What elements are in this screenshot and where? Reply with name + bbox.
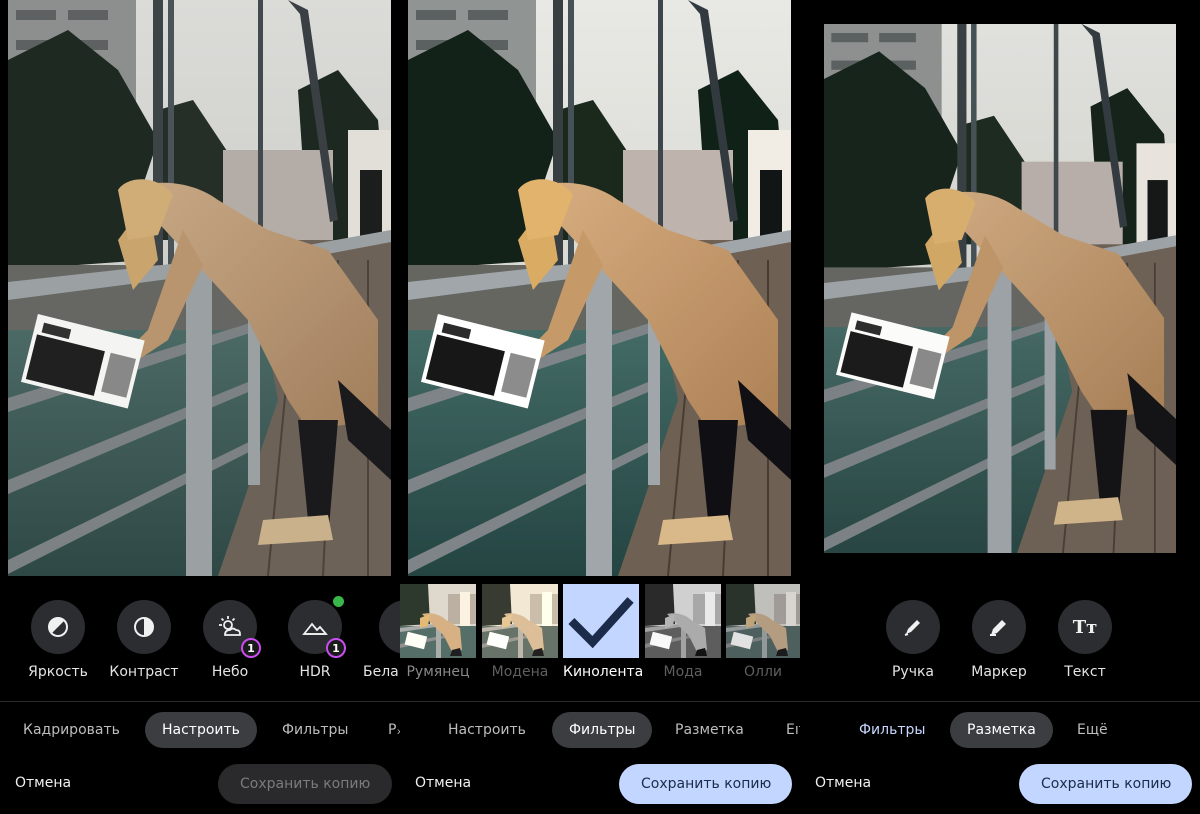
cancel-button[interactable]: Отмена xyxy=(815,775,871,791)
count-badge: 1 xyxy=(241,638,261,658)
filter-label: Модена xyxy=(491,664,549,680)
contrast-icon xyxy=(117,600,171,654)
tool-white-balance[interactable]: Бела xyxy=(361,600,400,680)
tool-label: Маркер xyxy=(971,664,1027,680)
divider xyxy=(400,701,800,702)
tool-sky[interactable]: 1 Небо xyxy=(190,600,270,680)
filter-kinolenta[interactable]: Кинолента xyxy=(563,584,644,680)
text-icon-glyph: Tт xyxy=(1072,616,1098,638)
divider xyxy=(800,701,1200,702)
tab-bar: Кадрировать Настроить Фильтры Рₓ xyxy=(0,712,400,748)
tool-label: Бела xyxy=(363,664,399,680)
tool-label: Контраст xyxy=(109,664,179,680)
save-copy-button[interactable]: Сохранить копию xyxy=(218,764,392,804)
tab-more[interactable]: Ещё xyxy=(1077,712,1108,748)
tab-adjust[interactable]: Настроить xyxy=(145,712,257,748)
white-balance-icon xyxy=(379,600,400,654)
photo-preview xyxy=(408,0,791,576)
filter-thumbnail xyxy=(726,584,800,658)
tool-marker[interactable]: Маркер xyxy=(959,600,1039,680)
pen-icon xyxy=(886,600,940,654)
tool-hdr[interactable]: 1 HDR xyxy=(275,596,355,680)
panel-filters: Румянец Модена Кинолента Мода Олли Настр… xyxy=(400,0,800,814)
tab-filters[interactable]: Фильтры xyxy=(552,712,653,748)
brightness-icon xyxy=(31,600,85,654)
tab-more[interactable]: Еıть xyxy=(786,712,800,748)
tab-adjust[interactable]: Настроить xyxy=(448,712,526,748)
filter-label: Румянец xyxy=(406,664,470,680)
photo-preview xyxy=(824,24,1176,553)
hdr-icon: 1 xyxy=(288,596,346,658)
active-indicator-dot xyxy=(333,596,344,607)
filter-label: Мода xyxy=(663,664,703,680)
panel-markup: Ручка Маркер Tт Текст Фильтры Разметка Е… xyxy=(800,0,1200,814)
text-icon: Tт xyxy=(1058,600,1112,654)
filter-olli[interactable]: Олли xyxy=(726,584,800,680)
cancel-button[interactable]: Отмена xyxy=(415,775,471,791)
tool-label: Ручка xyxy=(891,664,935,680)
marker-icon xyxy=(972,600,1026,654)
tab-crop[interactable]: Кадрировать xyxy=(23,712,120,748)
panel-adjust: Яркость Контраст 1 Небо 1 HDR Бела Кадри… xyxy=(0,0,400,814)
filter-thumbnail xyxy=(645,584,721,658)
tab-markup[interactable]: Разметка xyxy=(950,712,1053,748)
photo-image xyxy=(8,0,391,576)
tool-label: Небо xyxy=(211,664,249,680)
sky-icon: 1 xyxy=(203,600,261,658)
tab-markup[interactable]: Рₓ xyxy=(388,712,400,748)
tab-bar: Настроить Фильтры Разметка Еıть xyxy=(400,712,800,748)
photo-preview xyxy=(8,0,391,576)
check-icon xyxy=(568,597,634,649)
filter-moda[interactable]: Мода xyxy=(645,584,721,680)
divider xyxy=(0,701,400,702)
filter-modena[interactable]: Модена xyxy=(482,584,558,680)
save-copy-button[interactable]: Сохранить копию xyxy=(1019,764,1192,804)
tool-text[interactable]: Tт Текст xyxy=(1045,600,1125,680)
tool-label: Яркость xyxy=(28,664,88,680)
tool-label: HDR xyxy=(299,664,331,680)
tool-pen[interactable]: Ручка xyxy=(873,600,953,680)
filter-thumbnail-selected xyxy=(563,584,639,658)
tab-markup[interactable]: Разметка xyxy=(675,712,744,748)
tool-brightness[interactable]: Яркость xyxy=(18,600,98,680)
tool-contrast[interactable]: Контраст xyxy=(104,600,184,680)
cancel-button[interactable]: Отмена xyxy=(15,775,71,791)
filter-label: Кинолента xyxy=(563,664,644,680)
save-copy-button[interactable]: Сохранить копию xyxy=(619,764,792,804)
tab-bar: Фильтры Разметка Ещё xyxy=(800,712,1200,748)
photo-image xyxy=(408,0,791,576)
filter-rumyanets[interactable]: Румянец xyxy=(400,584,476,680)
filter-thumbnail xyxy=(400,584,476,658)
photo-image xyxy=(824,24,1176,553)
tab-filters[interactable]: Фильтры xyxy=(282,712,348,748)
tab-filters[interactable]: Фильтры xyxy=(859,712,925,748)
count-badge: 1 xyxy=(326,638,346,658)
tool-label: Текст xyxy=(1064,664,1106,680)
filter-label: Олли xyxy=(743,664,782,680)
filter-thumbnail xyxy=(482,584,558,658)
